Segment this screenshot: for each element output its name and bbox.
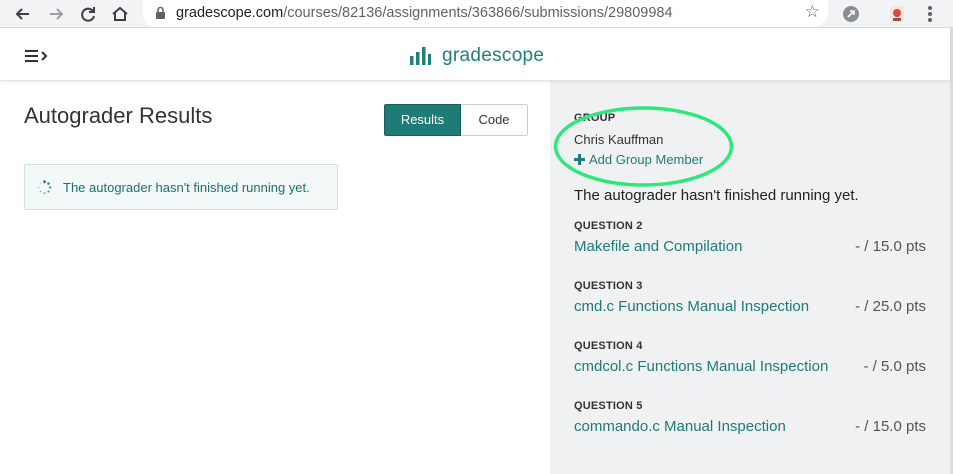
question-label: QUESTION 2 [574, 220, 643, 232]
lock-icon [156, 6, 165, 19]
question-points: - / 5.0 pts [863, 358, 926, 375]
profile-extension-icon[interactable] [887, 4, 907, 24]
question-title-link[interactable]: cmd.c Functions Manual Inspection [574, 298, 809, 315]
question-label: QUESTION 5 [574, 400, 643, 412]
url-host: gradescope.com [176, 5, 284, 21]
highlight-ellipse-annotation [553, 106, 734, 187]
logo-text: gradescope [442, 45, 545, 66]
bookmark-star-icon[interactable]: ☆ [805, 2, 820, 22]
browser-toolbar: gradescope.com/courses/82136/assignments… [0, 0, 953, 28]
status-message: The autograder hasn't finished running y… [63, 180, 310, 195]
sidebar-toggle-icon[interactable] [25, 49, 51, 63]
question-title-link[interactable]: cmdcol.c Functions Manual Inspection [574, 358, 828, 375]
question-points: - / 15.0 pts [855, 238, 926, 255]
logo-bars-icon [410, 47, 431, 65]
question-title-link[interactable]: Makefile and Compilation [574, 238, 742, 255]
url-text[interactable]: gradescope.com/courses/82136/assignments… [176, 5, 673, 21]
question-item: QUESTION 2 Makefile and Compilation - / … [574, 220, 926, 255]
page-title: Autograder Results [24, 103, 213, 128]
view-toggle: Results Code [384, 104, 528, 136]
back-icon[interactable] [12, 3, 34, 25]
question-item: QUESTION 3 cmd.c Functions Manual Inspec… [574, 280, 926, 315]
reload-icon[interactable] [77, 3, 99, 25]
question-points: - / 25.0 pts [855, 298, 926, 315]
address-bar[interactable]: gradescope.com/courses/82136/assignments… [143, 0, 828, 27]
forward-icon[interactable] [45, 3, 67, 25]
spinner-icon [38, 180, 52, 195]
menu-dots-icon[interactable] [923, 3, 937, 25]
results-panel: Autograder Results Results Code The auto… [0, 81, 550, 474]
question-item: QUESTION 5 commando.c Manual Inspection … [574, 400, 926, 435]
autograder-summary: The autograder hasn't finished running y… [574, 187, 859, 204]
question-label: QUESTION 4 [574, 340, 643, 352]
question-label: QUESTION 3 [574, 280, 643, 292]
question-points: - / 15.0 pts [855, 418, 926, 435]
extension-icon[interactable] [841, 4, 861, 24]
autograder-status-alert: The autograder hasn't finished running y… [24, 164, 338, 210]
code-tab-button[interactable]: Code [461, 104, 528, 136]
home-icon[interactable] [109, 3, 131, 25]
gradescope-logo[interactable]: gradescope [410, 45, 544, 67]
url-path: /courses/82136/assignments/363866/submis… [283, 5, 673, 21]
question-title-link[interactable]: commando.c Manual Inspection [574, 418, 786, 435]
results-tab-button[interactable]: Results [384, 104, 461, 136]
question-item: QUESTION 4 cmdcol.c Functions Manual Ins… [574, 340, 926, 375]
app-header: gradescope [0, 28, 950, 81]
